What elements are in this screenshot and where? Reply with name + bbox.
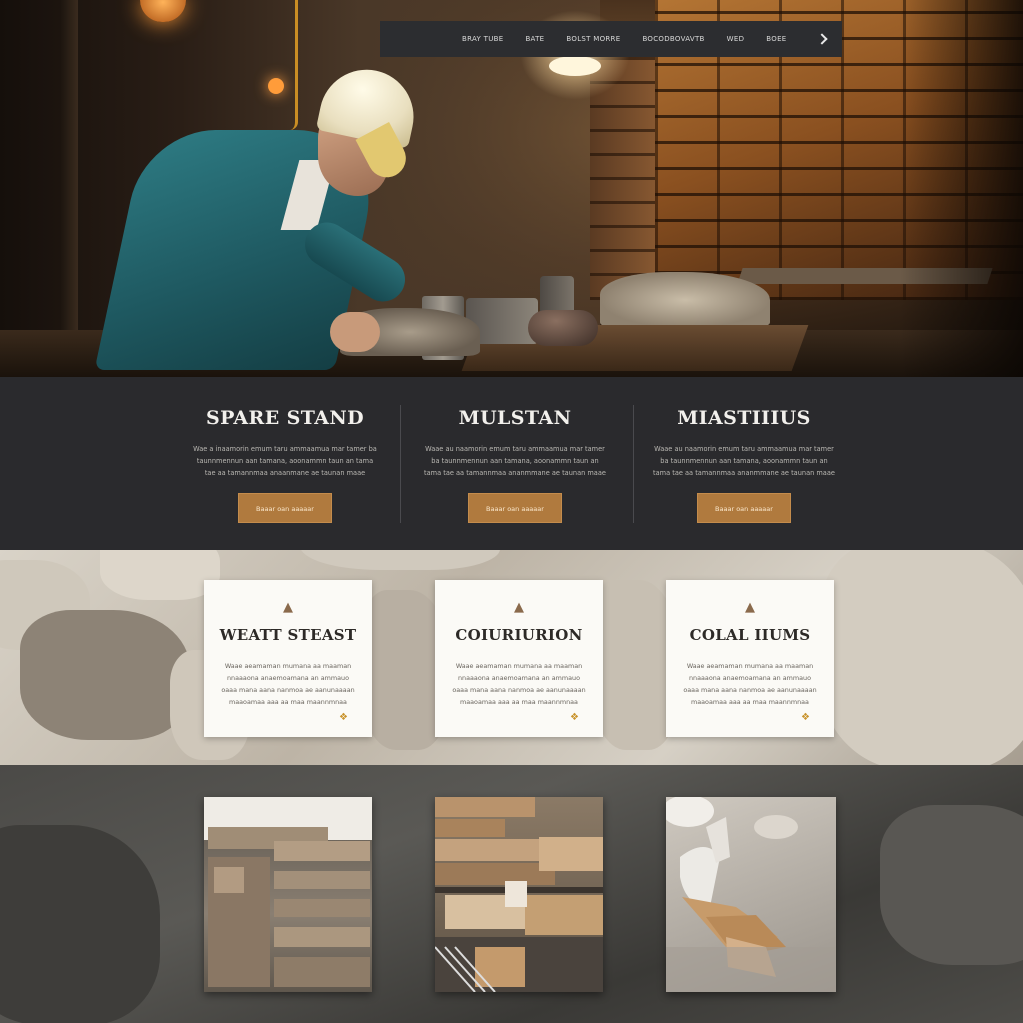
info-card-2: ▲ COIURIURION Waae aeamaman mumana aa ma…	[435, 580, 603, 737]
nav-item-1[interactable]: BRAY TUBE	[462, 35, 503, 43]
timber-shelf-illustration	[435, 797, 603, 992]
wall-light	[268, 78, 284, 94]
chevron-right-icon[interactable]	[816, 29, 830, 49]
feature-button[interactable]: Baaar oan aaaaar	[697, 493, 791, 523]
trowel-icon: ▲	[745, 600, 755, 615]
feature-button[interactable]: Baaar oan aaaaar	[468, 493, 562, 523]
column-divider	[400, 405, 401, 523]
timber-shelf-photo[interactable]	[435, 797, 603, 992]
feature-text: Wae a inaamorin emum taru ammaamua mar t…	[193, 445, 377, 477]
card-title: COLAL IIUMS	[689, 626, 811, 644]
plaster-tools-photo[interactable]	[666, 797, 836, 992]
nav-item-6[interactable]: BOEE	[766, 35, 786, 43]
card-text: Waae aeamaman mumana aa maaman nnaaaona …	[452, 662, 586, 706]
worker-hand	[330, 312, 380, 352]
stone	[820, 550, 1023, 765]
stone	[20, 610, 190, 740]
card-text: Waae aeamaman mumana aa maaman nnaaaona …	[221, 662, 355, 706]
nav-item-5[interactable]: WED	[727, 35, 745, 43]
plaster-tools-illustration	[666, 797, 836, 992]
cable	[290, 0, 298, 130]
feature-column-3: MIASTIIIUS Waae au naamorin emum taru am…	[639, 407, 849, 523]
stone-background-section: ▲ WEATT STEAST Waae aeamaman mumana aa m…	[0, 550, 1023, 765]
feature-column-2: MULSTAN Waae au naamorin emum taru ammaa…	[410, 407, 620, 523]
nav-item-2[interactable]: BATE	[525, 35, 544, 43]
feature-text: Waae au naamorin emum taru ammaamua mar …	[424, 445, 606, 477]
feature-text: Waae au naamorin emum taru ammaamua mar …	[653, 445, 835, 477]
feature-title: MULSTAN	[458, 407, 572, 429]
gallery-section	[0, 765, 1023, 1023]
stone	[100, 550, 220, 600]
rubble-pile	[600, 272, 770, 328]
tool-icon[interactable]: ❖	[339, 712, 348, 723]
tool-icon[interactable]: ❖	[570, 712, 579, 723]
stone	[880, 805, 1023, 965]
card-title: WEATT STEAST	[219, 626, 357, 644]
feature-title: MIASTIIIUS	[677, 407, 811, 429]
features-section: SPARE STAND Wae a inaamorin emum taru am…	[0, 377, 1023, 550]
stone	[0, 825, 160, 1023]
stone-blocks-photo[interactable]	[204, 797, 372, 992]
hero-banner: BRAY TUBE BATE BOLST MORRE BOCODBOVAVTB …	[0, 0, 1023, 377]
ceiling-lamp	[549, 56, 601, 76]
feature-title: SPARE STAND	[205, 407, 365, 429]
column-divider	[633, 405, 634, 523]
feature-button[interactable]: Baaar oan aaaaar	[238, 493, 332, 523]
nav-item-4[interactable]: BOCODBOVAVTB	[642, 35, 704, 43]
card-text: Waae aeamaman mumana aa maaman nnaaaona …	[683, 662, 817, 706]
stone	[300, 550, 500, 570]
stone-block	[528, 310, 598, 346]
info-card-3: ▲ COLAL IIUMS Waae aeamaman mumana aa ma…	[666, 580, 834, 737]
vignette	[900, 0, 1023, 377]
tool-icon[interactable]: ❖	[801, 712, 810, 723]
info-card-1: ▲ WEATT STEAST Waae aeamaman mumana aa m…	[204, 580, 372, 737]
top-navigation: BRAY TUBE BATE BOLST MORRE BOCODBOVAVTB …	[380, 21, 842, 57]
trowel-icon: ▲	[514, 600, 524, 615]
stone-blocks-illustration	[208, 827, 370, 987]
card-title: COIURIURION	[455, 626, 583, 644]
feature-column-1: SPARE STAND Wae a inaamorin emum taru am…	[180, 407, 390, 523]
nav-item-3[interactable]: BOLST MORRE	[566, 35, 620, 43]
trowel-icon: ▲	[283, 600, 293, 615]
wooden-beam	[60, 0, 78, 377]
